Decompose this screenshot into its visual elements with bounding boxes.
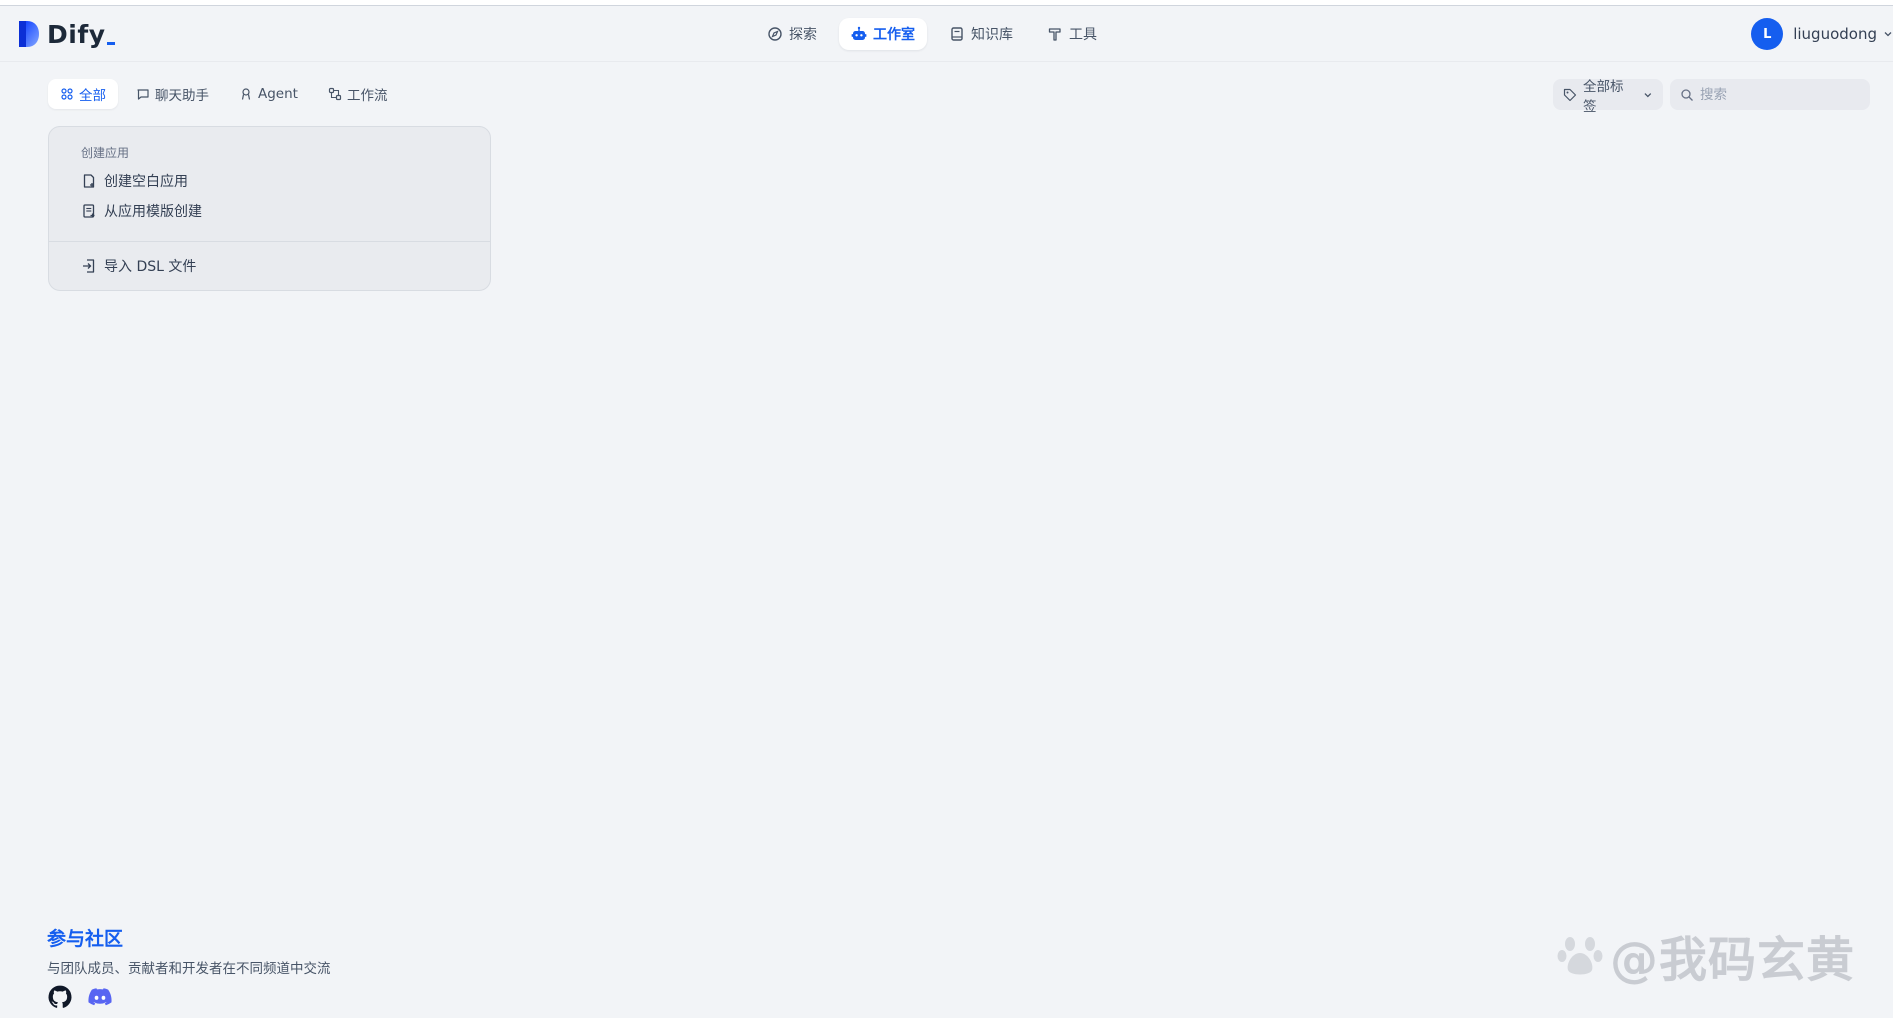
community-links: [47, 984, 127, 1010]
hammer-icon: [1047, 26, 1063, 42]
search-box: [1670, 79, 1870, 110]
app-type-tabs: 全部 聊天助手 Agent 工作流: [48, 79, 405, 109]
nav-explore-label: 探索: [789, 27, 817, 43]
tab-chat-assistant[interactable]: 聊天助手: [124, 79, 221, 109]
compass-icon: [767, 26, 783, 42]
tag-filter-dropdown[interactable]: 全部标签: [1553, 79, 1663, 115]
github-icon[interactable]: [47, 984, 73, 1010]
file-template-icon: [81, 203, 97, 219]
agent-icon: [239, 87, 253, 101]
grid-icon: [60, 87, 74, 101]
tab-agent[interactable]: Agent: [227, 79, 310, 109]
file-import-icon: [81, 258, 97, 274]
app-header: Dify 探索 工作室 知识库 工具 L liuguodong: [0, 6, 1893, 62]
create-app-title: 创建应用: [81, 146, 130, 160]
tab-workflow[interactable]: 工作流: [316, 79, 400, 109]
file-plus-icon: [81, 173, 97, 189]
tab-all-label: 全部: [79, 88, 106, 104]
workflow-icon: [328, 87, 342, 101]
main-nav: 探索 工作室 知识库 工具: [755, 18, 1119, 50]
tab-workflow-label: 工作流: [346, 88, 388, 104]
create-blank-app-label: 创建空白应用: [104, 174, 188, 190]
robot-icon: [851, 26, 867, 42]
chevron-down-icon: [1884, 32, 1892, 37]
discord-icon[interactable]: [87, 984, 113, 1010]
book-icon: [949, 26, 965, 42]
chevron-down-icon: [1644, 92, 1652, 97]
nav-studio[interactable]: 工作室: [839, 18, 927, 50]
nav-knowledge-label: 知识库: [971, 27, 1013, 43]
card-divider: [49, 241, 490, 242]
community-section: 参与社区 与团队成员、贡献者和开发者在不同频道中交流: [47, 924, 331, 977]
tab-chat-assistant-label: 聊天助手: [155, 88, 209, 104]
tag-icon: [1563, 88, 1577, 102]
import-dsl-button[interactable]: 导入 DSL 文件: [81, 255, 196, 277]
create-blank-app-button[interactable]: 创建空白应用: [81, 170, 188, 192]
nav-tools-label: 工具: [1069, 27, 1097, 43]
create-from-template-button[interactable]: 从应用模版创建: [81, 200, 202, 222]
watermark-text: @我码玄黄: [1610, 932, 1856, 988]
nav-tools[interactable]: 工具: [1035, 18, 1109, 50]
search-icon: [1680, 88, 1694, 102]
nav-knowledge[interactable]: 知识库: [937, 18, 1025, 50]
community-description: 与团队成员、贡献者和开发者在不同频道中交流: [47, 961, 331, 977]
dify-logo-icon: [19, 21, 39, 47]
create-app-card: 创建应用 创建空白应用 从应用模版创建 导入 DSL 文件: [48, 126, 491, 291]
chat-icon: [136, 87, 150, 101]
community-title: 参与社区: [47, 928, 124, 950]
avatar: L: [1751, 18, 1784, 50]
username: liuguodong: [1793, 25, 1877, 43]
nav-explore[interactable]: 探索: [755, 18, 829, 50]
dify-logo[interactable]: Dify: [17, 19, 115, 49]
user-menu[interactable]: L liuguodong: [1751, 18, 1893, 50]
import-dsl-label: 导入 DSL 文件: [104, 259, 197, 275]
nav-studio-label: 工作室: [873, 27, 915, 43]
watermark: @我码玄黄: [1556, 920, 1855, 990]
tab-agent-label: Agent: [258, 86, 298, 102]
create-from-template-label: 从应用模版创建: [104, 204, 202, 220]
search-input[interactable]: [1700, 86, 1860, 103]
tag-filter-label: 全部标签: [1583, 78, 1624, 115]
brand-name: Dify: [47, 20, 115, 49]
tab-all[interactable]: 全部: [48, 79, 118, 109]
paw-icon: [1556, 931, 1604, 979]
